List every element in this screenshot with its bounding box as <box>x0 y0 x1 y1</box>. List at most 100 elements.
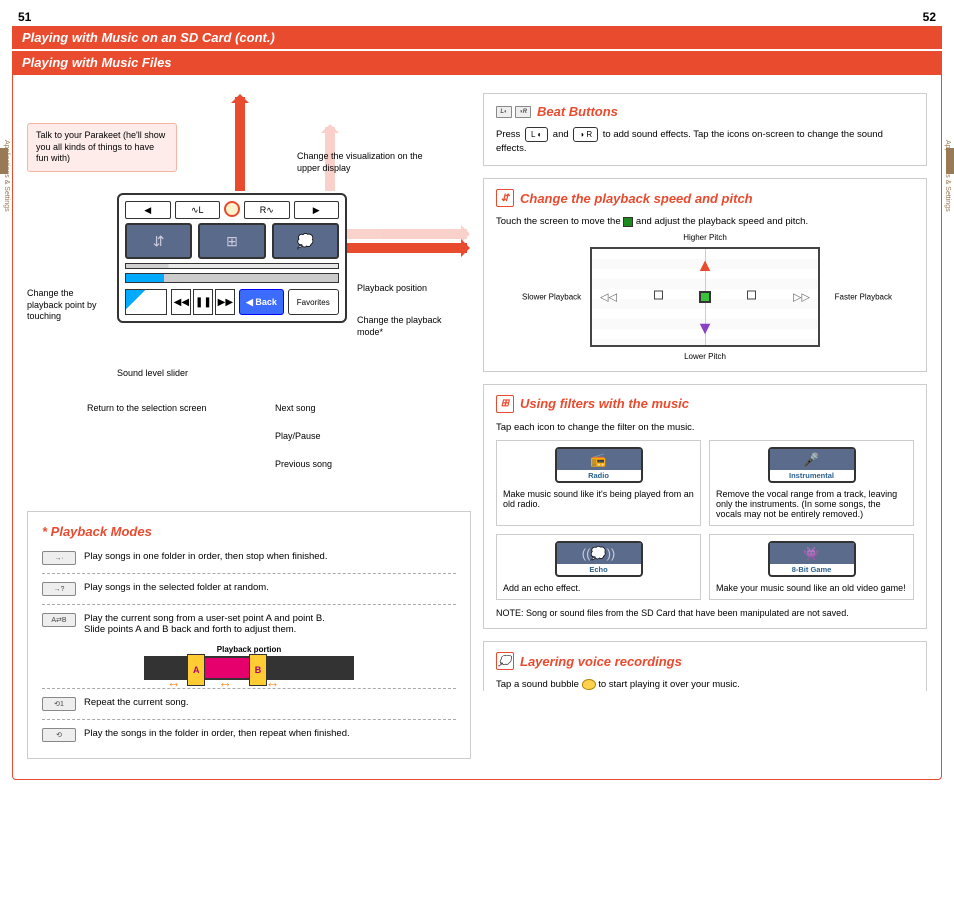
mode-icon-once: →· <box>42 551 76 565</box>
divider <box>42 688 456 689</box>
viz-prev-button[interactable]: ◀ <box>125 201 171 219</box>
callout-change-point: Change the playback point by touching <box>27 288 107 323</box>
filter-instrumental-button[interactable]: 🎤Instrumental <box>768 447 856 483</box>
mode-icon-random: →? <box>42 582 76 596</box>
next-button[interactable]: ▶▶ <box>215 289 235 315</box>
beat-title: Beat Buttons <box>537 104 618 119</box>
label-lower-pitch: Lower Pitch <box>684 352 726 361</box>
mode-desc: Play the current song from a user-set po… <box>84 613 325 624</box>
parakeet-tip: Talk to your Parakeet (he'll show you al… <box>27 123 177 172</box>
divider <box>42 719 456 720</box>
filter-desc: Make music sound like it's being played … <box>503 489 694 509</box>
l-key-icon: L ◐ <box>525 127 548 142</box>
filter-radio: 📻Radio Make music sound like it's being … <box>496 440 701 526</box>
back-button[interactable]: ◀ Back <box>239 289 283 315</box>
label-slower: Slower Playback <box>522 292 581 301</box>
filter-desc: Remove the vocal range from a track, lea… <box>716 489 907 519</box>
playback-track[interactable] <box>125 273 339 283</box>
viz-next-button[interactable]: ▶ <box>294 201 340 219</box>
beat-text: and <box>553 129 569 140</box>
page-number-right: 52 <box>923 10 936 24</box>
callout-change-mode: Change the playback mode* <box>357 315 467 338</box>
mode-desc: Play songs in one folder in order, then … <box>84 551 327 562</box>
filter-radio-button[interactable]: 📻Radio <box>555 447 643 483</box>
beat-buttons-section: L◐◑R Beat Buttons Press L ◐ and ◑ R to a… <box>483 93 927 166</box>
favorites-button[interactable]: Favorites <box>288 289 340 315</box>
filters-section: ⊞ Using filters with the music Tap each i… <box>483 384 927 629</box>
arrow-up-icon: ▲ <box>696 255 714 276</box>
layer-text: Tap a sound bubble <box>496 679 579 690</box>
divider <box>42 573 456 574</box>
mode-icon-repeat-one: ⟲1 <box>42 697 76 711</box>
speed-text: and adjust the playback speed and pitch. <box>636 216 808 227</box>
ab-bar: A B ↔ ↔ ↔ <box>144 656 354 680</box>
mode-desc: Play songs in the selected folder at ran… <box>84 582 269 593</box>
side-tab-left: Applications & Settings <box>3 140 10 212</box>
filters-text: Tap each icon to change the filter on th… <box>496 421 914 434</box>
filters-note: NOTE: Song or sound files from the SD Ca… <box>496 608 914 618</box>
playback-modes-section: * Playback Modes →· Play songs in one fol… <box>27 511 471 759</box>
filter-instrumental: 🎤Instrumental Remove the vocal range fro… <box>709 440 914 526</box>
layer-text: to start playing it over your music. <box>598 679 740 690</box>
layer-icon: 💭 <box>496 652 514 670</box>
callout-playpause: Play/Pause <box>275 431 321 443</box>
label-higher-pitch: Higher Pitch <box>683 233 727 242</box>
speed-pitch-section: ⇵ Change the playback speed and pitch Tou… <box>483 178 927 371</box>
playback-modes-title: * Playback Modes <box>42 524 456 539</box>
beat-text: Press <box>496 129 520 140</box>
parakeet-icon[interactable] <box>224 201 240 217</box>
r-drum-button[interactable]: R ∿ <box>244 201 290 219</box>
callout-playback-pos: Playback position <box>357 283 427 295</box>
header-sub: Playing with Music Files <box>12 51 942 74</box>
speed-pitch-handle[interactable] <box>699 291 711 303</box>
callout-next: Next song <box>275 403 316 415</box>
voice-layer-button[interactable]: 💭 <box>272 223 339 259</box>
mode-desc: Play the songs in the folder in order, t… <box>84 728 350 739</box>
filter-button[interactable]: ⊞ <box>198 223 265 259</box>
arrow-right <box>347 229 467 239</box>
page-number-left: 51 <box>18 10 31 24</box>
marker-b[interactable]: B <box>249 654 267 686</box>
l-drum-button[interactable]: ∿ L <box>175 201 221 219</box>
filter-desc: Make your music sound like an old video … <box>716 583 907 593</box>
speed-text: Touch the screen to move the <box>496 216 621 227</box>
speed-pitch-grid[interactable]: ◁◁▷▷ ▲ ▼ <box>590 247 820 347</box>
beat-icons: L◐◑R <box>496 106 531 118</box>
sound-bubble-icon <box>582 679 596 690</box>
prev-button[interactable]: ◀◀ <box>171 289 191 315</box>
device-panel: ◀ ∿ L R ∿ ▶ ⇵ ⊞ 💭 <box>117 193 347 323</box>
mode-icon-repeat-all: ⟲ <box>42 728 76 742</box>
filter-desc: Add an echo effect. <box>503 583 694 593</box>
play-pause-button[interactable]: ❚❚ <box>193 289 213 315</box>
filter-echo-button[interactable]: ((💭))Echo <box>555 541 643 577</box>
marker-a[interactable]: A <box>187 654 205 686</box>
mode-desc: Repeat the current song. <box>84 697 189 708</box>
arrow-right <box>347 243 467 253</box>
filter-8bit-button[interactable]: 👾8-Bit Game <box>768 541 856 577</box>
seek-slider[interactable] <box>125 263 339 269</box>
filter-8bit: 👾8-Bit Game Make your music sound like a… <box>709 534 914 600</box>
layering-section: 💭 Layering voice recordings Tap a sound b… <box>483 641 927 691</box>
filter-echo: ((💭))Echo Add an echo effect. <box>496 534 701 600</box>
slide-arrow-icon: ↔ <box>218 674 232 690</box>
arrow-up <box>235 97 245 191</box>
playback-portion-label: Playback portion <box>42 645 456 654</box>
slide-arrow-icon: ↔ <box>167 674 181 690</box>
volume-slider[interactable] <box>125 289 167 315</box>
filter-icon: ⊞ <box>496 395 514 413</box>
layer-title: Layering voice recordings <box>520 654 682 669</box>
callout-return: Return to the selection screen <box>87 403 207 415</box>
label-faster: Faster Playback <box>835 292 892 301</box>
green-marker-icon <box>623 217 633 227</box>
callout-sound-slider: Sound level slider <box>117 368 188 380</box>
arrow-down-icon: ▼ <box>696 318 714 339</box>
speed-pitch-button[interactable]: ⇵ <box>125 223 192 259</box>
speed-pitch-icon: ⇵ <box>496 189 514 207</box>
callout-viz: Change the visualization on the upper di… <box>297 151 437 174</box>
speed-title: Change the playback speed and pitch <box>520 191 753 206</box>
filters-title: Using filters with the music <box>520 396 689 411</box>
callout-prev: Previous song <box>275 459 332 471</box>
mode-desc: Slide points A and B back and forth to a… <box>84 624 325 635</box>
slide-arrow-icon: ↔ <box>265 674 279 690</box>
r-key-icon: ◑ R <box>573 127 598 142</box>
